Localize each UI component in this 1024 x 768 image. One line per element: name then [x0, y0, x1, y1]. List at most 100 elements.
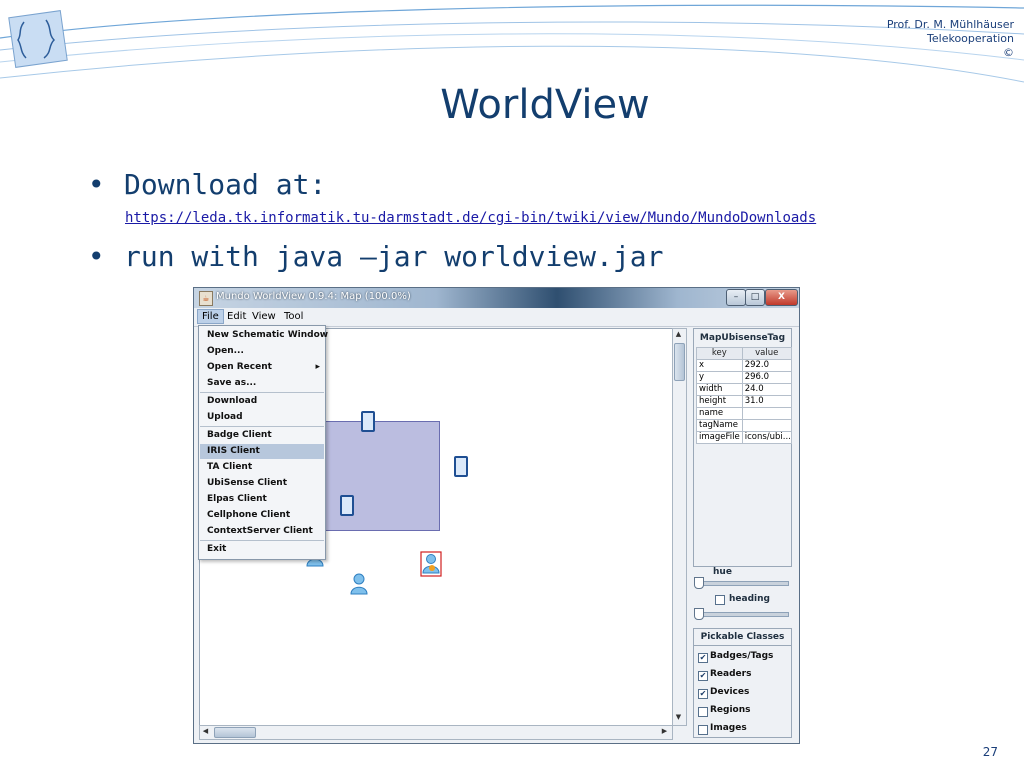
author-credit: Prof. Dr. M. Mühlhäuser Telekooperation …: [887, 18, 1014, 60]
submenu-arrow-icon: ▸: [315, 362, 320, 372]
table-header: key value: [696, 347, 792, 360]
prop-key: width: [696, 383, 743, 396]
prop-key: height: [696, 395, 743, 408]
menu-item-badge-client[interactable]: Badge Client: [200, 428, 324, 443]
menu-separator: [200, 540, 324, 541]
scroll-down-icon[interactable]: ▼: [673, 712, 684, 723]
prop-value[interactable]: [741, 419, 792, 432]
download-link[interactable]: https://leda.tk.informatik.tu-darmstadt.…: [125, 210, 816, 226]
badges-label: Badges/Tags: [710, 651, 774, 661]
vertical-scroll-thumb[interactable]: [674, 343, 685, 381]
readers-label: Readers: [710, 669, 752, 679]
table-row[interactable]: name: [696, 407, 792, 420]
menu-item-contextserver-client[interactable]: ContextServer Client: [200, 524, 324, 539]
menu-item-download[interactable]: Download: [200, 394, 324, 409]
menu-item-open[interactable]: Open...: [200, 344, 324, 359]
images-label: Images: [710, 723, 747, 733]
person-badge-icon[interactable]: [350, 573, 368, 595]
scroll-right-icon[interactable]: ▶: [659, 726, 670, 737]
author-name: Prof. Dr. M. Mühlhäuser: [886, 18, 1014, 31]
properties-title: MapUbisenseTag: [699, 333, 786, 343]
prop-key: name: [696, 407, 743, 420]
menu-item-elpas-client[interactable]: Elpas Client: [200, 492, 324, 507]
table-row[interactable]: imageFile icons/ubi...: [696, 431, 792, 444]
maximize-button[interactable]: □: [745, 289, 765, 306]
prop-value[interactable]: 296.0: [741, 371, 792, 384]
prop-key: imageFile: [696, 431, 743, 444]
prop-value[interactable]: 24.0: [741, 383, 792, 396]
window-title: Mundo WorldView 0.9.4: Map (100.0%): [216, 291, 411, 302]
menu-separator: [200, 392, 324, 393]
worldview-window: ☕ Mundo WorldView 0.9.4: Map (100.0%) – …: [193, 287, 800, 744]
readers-checkbox[interactable]: ✔: [698, 671, 708, 681]
bullet-dot-icon: •: [88, 240, 105, 273]
menu-item-new-schematic[interactable]: New Schematic Window: [200, 328, 328, 343]
horizontal-scrollbar[interactable]: ◀ ▶: [199, 725, 673, 740]
pickable-title: Pickable Classes: [700, 632, 785, 642]
table-row[interactable]: tagName: [696, 419, 792, 432]
selected-person-badge-icon[interactable]: [420, 551, 442, 577]
slide-title: WorldView: [440, 82, 650, 128]
faces-logo-icon: [8, 10, 68, 68]
menu-item-cellphone-client[interactable]: Cellphone Client: [200, 508, 324, 523]
heading-label: heading: [729, 594, 770, 604]
prop-key: y: [696, 371, 743, 384]
menu-item-iris-client[interactable]: IRIS Client: [200, 444, 324, 459]
bullet-dot-icon: •: [88, 168, 105, 201]
menu-separator: [200, 426, 324, 427]
menu-file[interactable]: File: [197, 309, 224, 324]
regions-checkbox[interactable]: [698, 707, 708, 717]
window-titlebar[interactable]: ☕ Mundo WorldView 0.9.4: Map (100.0%) – …: [194, 288, 799, 308]
menu-item-ubisense-client[interactable]: UbiSense Client: [200, 476, 324, 491]
reader-device-icon[interactable]: [340, 495, 354, 516]
menu-tool[interactable]: Tool: [280, 310, 307, 323]
table-row[interactable]: width 24.0: [696, 383, 792, 396]
menu-item-exit[interactable]: Exit: [200, 542, 324, 557]
table-row[interactable]: y 296.0: [696, 371, 792, 384]
page-number: 27: [982, 745, 998, 759]
images-checkbox[interactable]: [698, 725, 708, 735]
hue-slider[interactable]: [695, 581, 789, 586]
badges-checkbox[interactable]: ✔: [698, 653, 708, 663]
scroll-up-icon[interactable]: ▲: [673, 329, 684, 340]
prop-value[interactable]: icons/ubi...: [741, 431, 792, 444]
bullet-download: • Download at:: [88, 168, 326, 201]
regions-label: Regions: [710, 705, 751, 715]
minimize-button[interactable]: –: [726, 289, 746, 306]
column-header-key: key: [696, 347, 743, 360]
devices-checkbox[interactable]: ✔: [698, 689, 708, 699]
prop-value[interactable]: 31.0: [741, 395, 792, 408]
devices-label: Devices: [710, 687, 750, 697]
hue-slider-knob[interactable]: [694, 577, 704, 589]
bullet-text: run with java –jar worldview.jar: [124, 240, 664, 273]
scroll-left-icon[interactable]: ◀: [200, 726, 211, 737]
prop-key: tagName: [696, 419, 743, 432]
vertical-scrollbar[interactable]: ▲ ▼: [672, 328, 687, 726]
menu-item-save-as[interactable]: Save as...: [200, 376, 324, 391]
menu-view[interactable]: View: [248, 310, 280, 323]
menu-item-open-recent[interactable]: Open Recent ▸: [200, 360, 324, 375]
copyright-mark: ©: [1003, 46, 1014, 59]
prop-value[interactable]: [741, 407, 792, 420]
heading-checkbox[interactable]: [715, 595, 725, 605]
heading-slider-knob[interactable]: [694, 608, 704, 620]
menu-item-upload[interactable]: Upload: [200, 410, 324, 425]
heading-slider[interactable]: [695, 612, 789, 617]
prop-key: x: [696, 359, 743, 372]
table-row[interactable]: height 31.0: [696, 395, 792, 408]
author-dept: Telekooperation: [927, 32, 1014, 45]
reader-device-icon[interactable]: [361, 411, 375, 432]
reader-device-icon[interactable]: [454, 456, 468, 477]
prop-value[interactable]: 292.0: [741, 359, 792, 372]
java-cup-icon: ☕: [199, 291, 213, 306]
menu-edit[interactable]: Edit: [223, 310, 250, 323]
header-decoration: [0, 4, 1024, 83]
horizontal-scroll-thumb[interactable]: [214, 727, 256, 738]
menu-item-ta-client[interactable]: TA Client: [200, 460, 324, 475]
file-menu-dropdown: New Schematic Window Open... Open Recent…: [198, 325, 328, 560]
pickable-classes-box: Pickable Classes ✔ Badges/Tags ✔ Readers…: [693, 628, 792, 738]
properties-table: key value x 292.0 y 296.0 width 24.0 height…: [696, 347, 792, 444]
table-row[interactable]: x 292.0: [696, 359, 792, 372]
close-button[interactable]: X: [765, 289, 798, 306]
side-panel: MapUbisenseTag key value x 292.0 y 296.0 w…: [689, 328, 794, 738]
